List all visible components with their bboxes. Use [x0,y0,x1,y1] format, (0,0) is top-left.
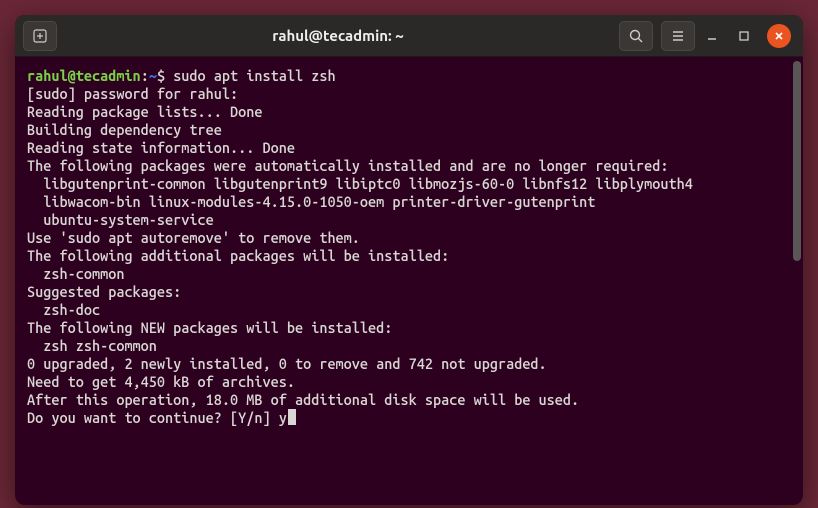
new-tab-icon [32,28,48,44]
output-line: Need to get 4,450 kB of archives. [27,373,791,391]
search-icon [628,28,644,44]
prompt-user-host: rahul@tecadmin [27,67,141,84]
maximize-icon [738,30,750,42]
output-line: After this operation, 18.0 MB of additio… [27,391,791,409]
output-line: libwacom-bin linux-modules-4.15.0-1050-o… [27,193,791,211]
window-controls [703,24,795,48]
close-button[interactable] [767,24,791,48]
new-tab-button[interactable] [23,21,57,51]
minimize-icon [706,30,718,42]
output-line: zsh-common [27,265,791,283]
titlebar: rahul@tecadmin: ~ [15,15,803,57]
output-line: Building dependency tree [27,121,791,139]
prompt-dollar: $ [157,67,165,84]
output-line: Reading state information... Done [27,139,791,157]
prompt-path: ~ [149,67,157,84]
output-line: The following NEW packages will be insta… [27,319,791,337]
terminal-window: rahul@tecadmin: ~ [15,15,803,505]
output-line: The following additional packages will b… [27,247,791,265]
output-line: Reading package lists... Done [27,103,791,121]
terminal-cursor [288,409,296,425]
close-icon [773,30,785,42]
prompt-separator: : [141,67,149,84]
prompt-line: rahul@tecadmin:~$ sudo apt install zsh [27,67,791,85]
minimize-button[interactable] [703,27,721,45]
maximize-button[interactable] [735,27,753,45]
continue-prompt-question: Do you want to continue? [Y/n] [27,409,279,426]
output-line: zsh-doc [27,301,791,319]
output-line: Suggested packages: [27,283,791,301]
continue-prompt-line: Do you want to continue? [Y/n] y [27,409,791,427]
menu-button[interactable] [661,21,695,51]
terminal-body[interactable]: rahul@tecadmin:~$ sudo apt install zsh [… [15,57,803,505]
scrollbar-thumb[interactable] [793,61,801,261]
hamburger-icon [670,28,686,44]
output-line: [sudo] password for rahul: [27,85,791,103]
output-line: 0 upgraded, 2 newly installed, 0 to remo… [27,355,791,373]
continue-prompt-answer: y [279,409,287,426]
output-line: zsh zsh-common [27,337,791,355]
prompt-command: sudo apt install zsh [173,67,335,84]
window-title: rahul@tecadmin: ~ [65,27,611,44]
search-button[interactable] [619,21,653,51]
output-line: ubuntu-system-service [27,211,791,229]
output-line: The following packages were automaticall… [27,157,791,175]
output-line: libgutenprint-common libgutenprint9 libi… [27,175,791,193]
output-line: Use 'sudo apt autoremove' to remove them… [27,229,791,247]
